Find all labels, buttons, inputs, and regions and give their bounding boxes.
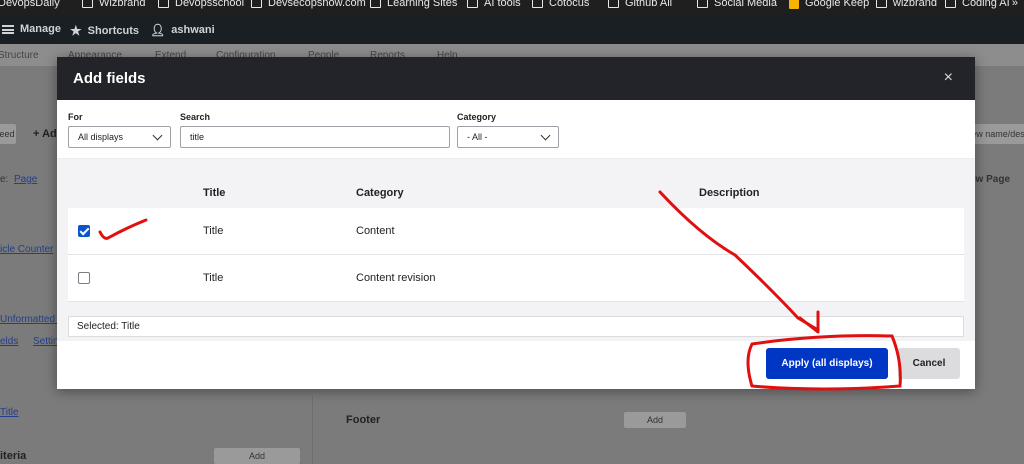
bg-type-label: e:: [0, 174, 9, 185]
bg-counter-link: icle Counter: [0, 244, 54, 255]
header-title: Title: [203, 187, 226, 199]
close-icon[interactable]: ×: [944, 69, 953, 87]
toolbar-manage[interactable]: Manage: [2, 23, 61, 35]
folder-icon: [82, 0, 93, 8]
bookmark-label: Devsecopsnow.com: [268, 0, 366, 9]
filter-bar: For All displays Search title Category -…: [57, 100, 975, 159]
bookmark-label: Learning Sites: [387, 0, 458, 9]
bookmark-coding-ai[interactable]: Coding AI: [945, 0, 1010, 9]
for-label: For: [68, 112, 83, 122]
add-fields-dialog: Add fields × For All displays Search tit…: [57, 57, 975, 389]
dialog-buttons: Apply (all displays) Cancel: [57, 341, 975, 389]
toolbar-shortcuts-label: Shortcuts: [87, 25, 139, 37]
bookmark-label: wizbrand: [893, 0, 938, 9]
bookmark-label: Github All: [625, 0, 673, 9]
folder-icon: [370, 0, 381, 8]
toolbar-user-label: ashwani: [171, 24, 215, 36]
dialog-title: Add fields: [73, 70, 146, 87]
bg-fields-link: elds: [0, 336, 19, 347]
bookmark-github-all[interactable]: Github All: [608, 0, 672, 9]
admin-toolbar: Manage ★ Shortcuts 👤︎ ashwani: [0, 14, 1024, 44]
toolbar-manage-label: Manage: [20, 23, 61, 35]
bg-title-link: Title: [0, 407, 19, 418]
bg-criteria-label: iteria: [0, 450, 27, 462]
folder-icon: [251, 0, 262, 8]
row-checkbox[interactable]: [78, 272, 90, 284]
chevron-down-icon: [540, 130, 551, 141]
hamburger-icon: [2, 24, 14, 34]
bookmark-devopsdaily[interactable]: DevopsDaily: [0, 0, 60, 9]
row-category: Content: [356, 225, 395, 237]
bg-add-button: Add: [214, 448, 300, 464]
dialog-header: Add fields ×: [57, 57, 975, 100]
star-icon: ★: [70, 23, 82, 38]
bookmark-ai-tools[interactable]: AI tools: [467, 0, 521, 9]
chevron-down-icon: [152, 130, 163, 141]
folder-icon: [158, 0, 169, 8]
bookmark-label: Wizbrand: [99, 0, 146, 9]
folder-icon: [467, 0, 478, 8]
table-header: Title Category Description: [68, 177, 964, 208]
folder-icon: [532, 0, 543, 8]
bookmark-label: Cotocus: [549, 0, 590, 9]
bookmark-label: Devopsschool: [175, 0, 245, 9]
fields-area: Title Category Description Title Content…: [57, 159, 975, 341]
fields-table: Title Category Description Title Content…: [68, 177, 964, 302]
bookmarks-more-button[interactable]: »: [1012, 0, 1018, 9]
bookmark-label: Coding AI: [962, 0, 1010, 9]
search-input[interactable]: title: [180, 126, 450, 148]
selected-summary: Selected: Title: [68, 316, 964, 337]
bookmark-cotocus[interactable]: Cotocus: [532, 0, 589, 9]
bg-new-page: ew Page: [970, 174, 1011, 185]
bookmarks-bar: DevopsDaily Wizbrand Devopsschool Devsec…: [0, 0, 1024, 14]
user-icon: 👤︎: [150, 23, 166, 37]
tray-structure[interactable]: Structure: [0, 50, 39, 61]
table-row[interactable]: Title Content: [68, 208, 964, 255]
header-category: Category: [356, 187, 404, 199]
bookmark-devsecopsnow[interactable]: Devsecopsnow.com: [251, 0, 366, 9]
for-select-value: All displays: [78, 132, 124, 142]
bookmark-label: AI tools: [484, 0, 521, 9]
search-label: Search: [180, 112, 211, 122]
bookmark-learning-sites[interactable]: Learning Sites: [370, 0, 457, 9]
table-row[interactable]: Title Content revision: [68, 255, 964, 302]
toolbar-shortcuts[interactable]: ★ Shortcuts: [70, 23, 139, 39]
folder-icon: [876, 0, 887, 8]
bg-unformatted-link: Unformatted l: [0, 314, 61, 325]
bg-footer-label: Footer: [346, 414, 381, 426]
google-keep-icon: [789, 0, 799, 9]
bookmark-wizbrand-2[interactable]: wizbrand: [876, 0, 937, 9]
bookmark-label: Social Media: [714, 0, 777, 9]
apply-button[interactable]: Apply (all displays): [766, 348, 888, 379]
bg-settings-link: Settin: [33, 336, 59, 347]
search-input-value: title: [190, 132, 205, 142]
header-description: Description: [699, 187, 760, 199]
bookmark-google-keep[interactable]: Google Keep: [789, 0, 869, 9]
for-select[interactable]: All displays: [68, 126, 171, 148]
row-checkbox[interactable]: [78, 225, 90, 237]
bg-seed-button: eed: [0, 124, 16, 144]
row-title: Title: [203, 225, 224, 237]
bookmark-social-media[interactable]: Social Media: [697, 0, 777, 9]
bookmark-label: Google Keep: [805, 0, 870, 9]
row-title: Title: [203, 272, 224, 284]
bg-new-name: ew name/des: [968, 124, 1024, 144]
bookmark-wizbrand[interactable]: Wizbrand: [82, 0, 145, 9]
bg-divider: [312, 396, 313, 464]
row-category: Content revision: [356, 272, 436, 284]
cancel-button[interactable]: Cancel: [898, 348, 960, 379]
category-label: Category: [457, 112, 497, 122]
bg-page-link: Page: [14, 174, 38, 185]
bg-footer-add-button: Add: [624, 412, 686, 428]
folder-icon: [608, 0, 619, 8]
category-select[interactable]: - All -: [457, 126, 559, 148]
folder-icon: [697, 0, 708, 8]
bookmark-devopsschool[interactable]: Devopsschool: [158, 0, 244, 9]
toolbar-user[interactable]: 👤︎ ashwani: [150, 23, 215, 37]
folder-icon: [945, 0, 956, 8]
bookmark-label: DevopsDaily: [0, 0, 60, 9]
category-select-value: - All -: [467, 132, 488, 142]
